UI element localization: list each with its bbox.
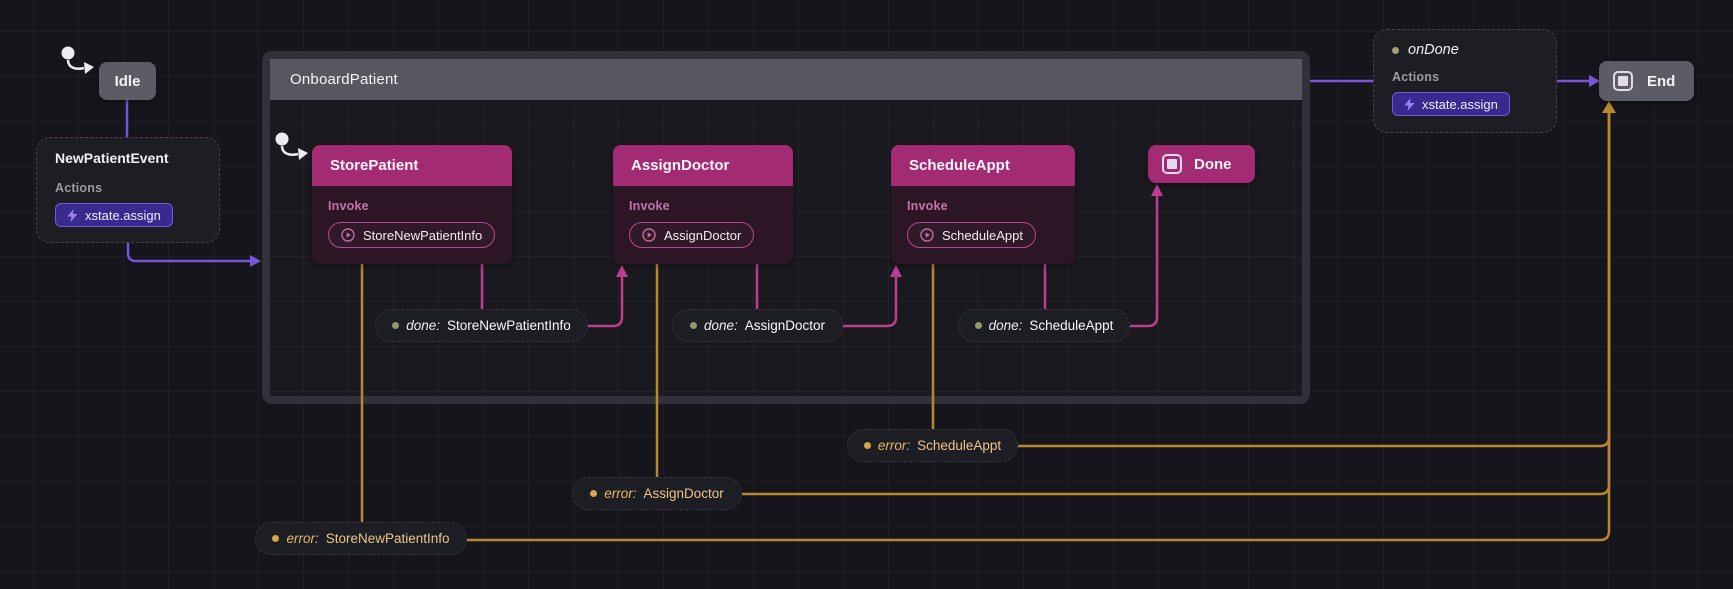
state-node-idle[interactable]: Idle [99,62,156,100]
state-node-scheduleappt[interactable]: ScheduleAppt Invoke ScheduleAppt [891,145,1075,264]
state-node-end[interactable]: End [1599,61,1694,101]
invoke-label: Invoke [907,199,1059,213]
transition-label-error-scheduleappt[interactable]: error: ScheduleAppt [847,429,1018,462]
compound-state-header[interactable]: OnboardPatient [270,59,1302,100]
invoke-service: ScheduleAppt [942,228,1023,243]
invoke-label: Invoke [328,199,496,213]
compound-state-title: OnboardPatient [290,71,398,88]
actions-label: Actions [55,181,201,195]
lightning-icon [67,209,78,222]
final-state-icon [1162,154,1182,174]
state-node-storepatient[interactable]: StorePatient Invoke StoreNewPatientInfo [312,145,512,264]
state-label: Idle [115,73,141,90]
transition-label-error-assigndoctor[interactable]: error: AssignDoctor [572,477,742,510]
action-pill-xstate-assign[interactable]: xstate.assign [1392,92,1510,116]
transition-dot [392,322,399,329]
transition-target: StoreNewPatientInfo [447,318,571,333]
invoke-pill-assigndoctor[interactable]: AssignDoctor [629,222,754,248]
transition-label-done-scheduleappt[interactable]: done: ScheduleAppt [958,309,1130,342]
state-title: StorePatient [330,157,418,174]
transition-prefix: error: [286,531,318,546]
invoke-service: StoreNewPatientInfo [363,228,482,243]
lightning-icon [1404,98,1415,111]
state-machine-canvas[interactable]: { "canvas": { "background": "#15151b", "… [0,0,1733,589]
action-label: xstate.assign [1422,97,1498,112]
state-label: Done [1194,156,1232,173]
invoke-pill-scheduleappt[interactable]: ScheduleAppt [907,222,1036,248]
transition-dot [1392,47,1399,54]
transition-target: ScheduleAppt [917,438,1001,453]
invoke-label: Invoke [629,199,777,213]
action-pill-xstate-assign[interactable]: xstate.assign [55,203,173,227]
transition-label-done-storenewpatientinfo[interactable]: done: StoreNewPatientInfo [375,309,588,342]
transition-prefix: done: [989,318,1023,333]
invoke-service: AssignDoctor [664,228,741,243]
state-title: AssignDoctor [631,157,729,174]
state-header[interactable]: StorePatient [312,145,512,186]
transition-label-done-assigndoctor[interactable]: done: AssignDoctor [672,309,843,342]
event-block-newpatientevent[interactable]: NewPatientEvent Actions xstate.assign [36,137,220,243]
transition-target: ScheduleAppt [1029,318,1113,333]
state-label: End [1647,73,1675,90]
transition-label-error-storenewpatientinfo[interactable]: error: StoreNewPatientInfo [255,522,467,555]
state-title: ScheduleAppt [909,157,1010,174]
state-header[interactable]: AssignDoctor [613,145,793,186]
transition-target: AssignDoctor [745,318,825,333]
transition-prefix: error: [878,438,910,453]
transition-target: StoreNewPatientInfo [326,531,450,546]
play-icon [920,228,934,242]
transition-prefix: done: [704,318,738,333]
event-block-ondone[interactable]: onDone Actions xstate.assign [1373,29,1557,133]
event-title: NewPatientEvent [55,150,201,166]
transition-dot [975,322,982,329]
event-title: onDone [1408,42,1459,58]
action-label: xstate.assign [85,208,161,223]
transition-prefix: done: [406,318,440,333]
edge-newpatientevent-to-onboardpatient[interactable] [128,243,261,267]
actions-label: Actions [1392,70,1538,84]
play-icon [642,228,656,242]
state-node-done[interactable]: Done [1148,145,1255,183]
edge-ondone-to-end[interactable] [1557,75,1600,87]
initial-state-icon [62,47,95,75]
final-state-icon [1613,71,1633,91]
state-header[interactable]: ScheduleAppt [891,145,1075,186]
state-node-assigndoctor[interactable]: AssignDoctor Invoke AssignDoctor [613,145,793,264]
transition-dot [590,490,597,497]
transition-prefix: error: [604,486,636,501]
transition-dot [864,442,871,449]
transition-dot [272,535,279,542]
transition-dot [690,322,697,329]
play-icon [341,228,355,242]
transition-target: AssignDoctor [643,486,723,501]
invoke-pill-storenewpatientinfo[interactable]: StoreNewPatientInfo [328,222,495,248]
